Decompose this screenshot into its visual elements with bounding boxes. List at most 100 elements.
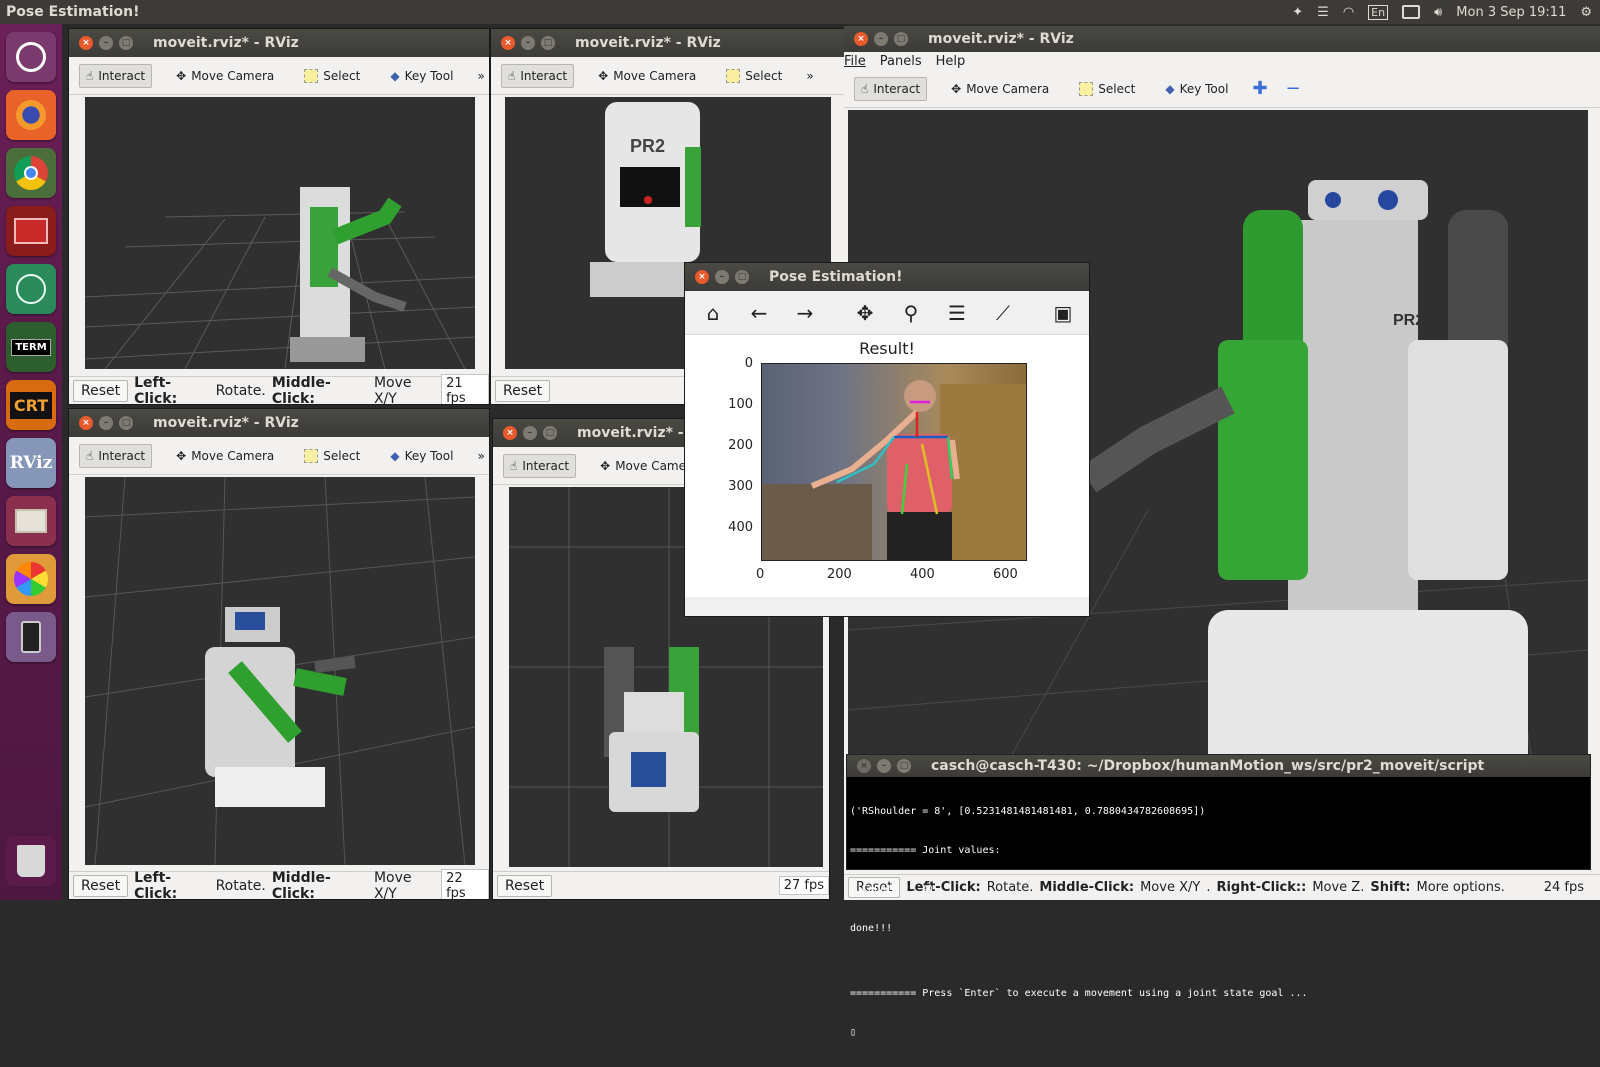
launcher: TERM CRT RViz [0,24,62,900]
minimize-icon[interactable]: – [523,426,537,440]
trash-icon[interactable] [6,836,56,886]
key-tool[interactable]: ◆ Key Tool [384,65,459,87]
close-icon[interactable]: × [501,36,515,50]
reset-button[interactable]: Reset [497,874,553,897]
save-icon[interactable]: ▣ [1051,301,1075,325]
terminal-icon[interactable] [6,206,56,256]
reset-button[interactable]: Reset [73,874,129,897]
interact-tool[interactable]: ☝ Interact [503,453,577,478]
atom-icon[interactable] [6,264,56,314]
interact-tool[interactable]: ☝ Interact [79,63,153,88]
maximize-icon[interactable]: □ [119,416,133,430]
move-camera-icon: ✥ [951,81,962,96]
remove-tool-icon[interactable]: − [1286,78,1301,99]
crt-icon[interactable]: CRT [6,380,56,430]
app-wheel-icon[interactable] [6,554,56,604]
key-tool[interactable]: ◆ Key Tool [1159,78,1234,100]
maximize-icon[interactable]: □ [541,36,555,50]
select-tool[interactable]: Select [298,445,366,467]
volume-icon[interactable]: 🔊︎ [1434,5,1442,20]
close-icon[interactable]: × [857,759,871,773]
configure-subplots-icon[interactable]: ☰ [945,301,969,325]
minimize-icon[interactable]: – [521,36,535,50]
firefox-icon[interactable] [6,90,56,140]
select-tool[interactable]: Select [720,65,788,87]
terminal-output[interactable]: ('RShoulder = 8', [0.5231481481481481, 0… [847,777,1590,1067]
select-tool[interactable]: Select [1073,78,1141,100]
pose-estimation-window[interactable]: × – □ Pose Estimation! ⌂ ← → ✥ ⚲ ☰ ⟋ ▣ Res… [684,262,1090,617]
toolbar-overflow-icon[interactable]: » [477,449,484,463]
chrome-icon[interactable] [6,148,56,198]
toolbar-overflow-icon[interactable]: » [477,69,484,83]
clock[interactable]: Mon 3 Sep 19:11 [1456,5,1566,20]
edit-axis-icon[interactable]: ⟋ [991,301,1015,325]
terminal-line: ('RShoulder = 8', [0.5231481481481481, 0… [850,806,1206,817]
menu-file[interactable]: File [844,54,866,69]
window-title: moveit.rviz* - RViz [928,31,1074,47]
3d-view[interactable] [85,97,475,369]
move-camera-tool[interactable]: ✥ Move Camera [592,65,702,87]
close-icon[interactable]: × [695,270,709,284]
wifi-icon[interactable]: ◠ [1343,5,1354,20]
menu-help[interactable]: Help [936,54,966,69]
maximize-icon[interactable]: □ [119,36,133,50]
maximize-icon[interactable]: □ [735,270,749,284]
add-tool-icon[interactable]: ✚ [1252,78,1267,99]
phone-icon[interactable] [6,612,56,662]
gear-icon[interactable]: ⚙ [1580,5,1592,20]
forward-arrow-icon[interactable]: → [793,301,817,325]
window-titlebar[interactable]: × – □ casch@casch-T430: ~/Dropbox/humanMot… [847,755,1590,777]
interact-tool[interactable]: ☝ Interact [501,63,575,88]
window-titlebar[interactable]: × – □ moveit.rviz* - RViz [69,29,489,57]
minimize-icon[interactable]: – [715,270,729,284]
move-camera-tool[interactable]: ✥ Move Camera [170,65,280,87]
indicator-menu-icon[interactable]: ☰ [1317,5,1329,20]
rviz-window-top-left[interactable]: × – □ moveit.rviz* - RViz ☝ Interact ✥ Move … [68,28,490,405]
reset-button[interactable]: Reset [495,379,551,402]
back-arrow-icon[interactable]: ← [747,301,771,325]
minimize-icon[interactable]: – [877,759,891,773]
maximize-icon[interactable]: □ [543,426,557,440]
interact-tool[interactable]: ☝ Interact [79,443,153,468]
select-tool[interactable]: Select [298,65,366,87]
result-image [761,363,1027,561]
close-icon[interactable]: × [503,426,517,440]
rviz-window-bottom-left[interactable]: × – □ moveit.rviz* - RViz ☝ Interact ✥ Move … [68,408,490,900]
keyboard-layout[interactable]: En [1368,4,1389,20]
maximize-icon[interactable]: □ [894,32,908,46]
close-icon[interactable]: × [79,416,93,430]
window-titlebar[interactable]: × – □ moveit.rviz* - RViz [491,29,845,57]
3d-view[interactable] [85,477,475,865]
key-tool[interactable]: ◆ Key Tool [384,445,459,467]
rviz-icon[interactable]: RViz [6,438,56,488]
plot-canvas[interactable]: Result! 0 100 200 300 400 0 200 400 600 [685,335,1089,597]
close-icon[interactable]: × [854,32,868,46]
rviz-toolbar: ☝ Interact ✥ Move Camera Select ◆ Key Tool … [69,57,489,95]
maximize-icon[interactable]: □ [897,759,911,773]
home-icon[interactable]: ⌂ [701,301,725,325]
terminal-window[interactable]: × – □ casch@casch-T430: ~/Dropbox/humanMot… [846,754,1591,1038]
window-title: moveit.rviz* - RViz [153,35,299,51]
files-icon[interactable] [6,496,56,546]
battery-icon[interactable] [1402,5,1421,19]
left-click-hint: Left-Click: [134,374,178,405]
move-camera-tool[interactable]: ✥ Move Camera [170,445,280,467]
close-icon[interactable]: × [79,36,93,50]
toolbar-overflow-icon[interactable]: » [806,69,813,83]
y-tick-label: 300 [728,479,753,494]
reset-button[interactable]: Reset [73,379,129,402]
minimize-icon[interactable]: – [99,36,113,50]
move-camera-tool[interactable]: ✥ Move Camera [945,78,1055,100]
xterm-icon[interactable]: TERM [6,322,56,372]
ubuntu-icon[interactable] [6,32,56,82]
pan-icon[interactable]: ✥ [853,301,877,325]
window-titlebar[interactable]: × – □ moveit.rviz* - RViz [844,26,1600,52]
minimize-icon[interactable]: – [99,416,113,430]
window-titlebar[interactable]: × – □ Pose Estimation! [685,263,1089,291]
window-titlebar[interactable]: × – □ moveit.rviz* - RViz [69,409,489,437]
zoom-icon[interactable]: ⚲ [899,301,923,325]
minimize-icon[interactable]: – [874,32,888,46]
dropbox-icon[interactable]: ✦ [1292,5,1303,20]
interact-tool[interactable]: ☝ Interact [854,76,928,101]
menu-panels[interactable]: Panels [880,54,922,69]
